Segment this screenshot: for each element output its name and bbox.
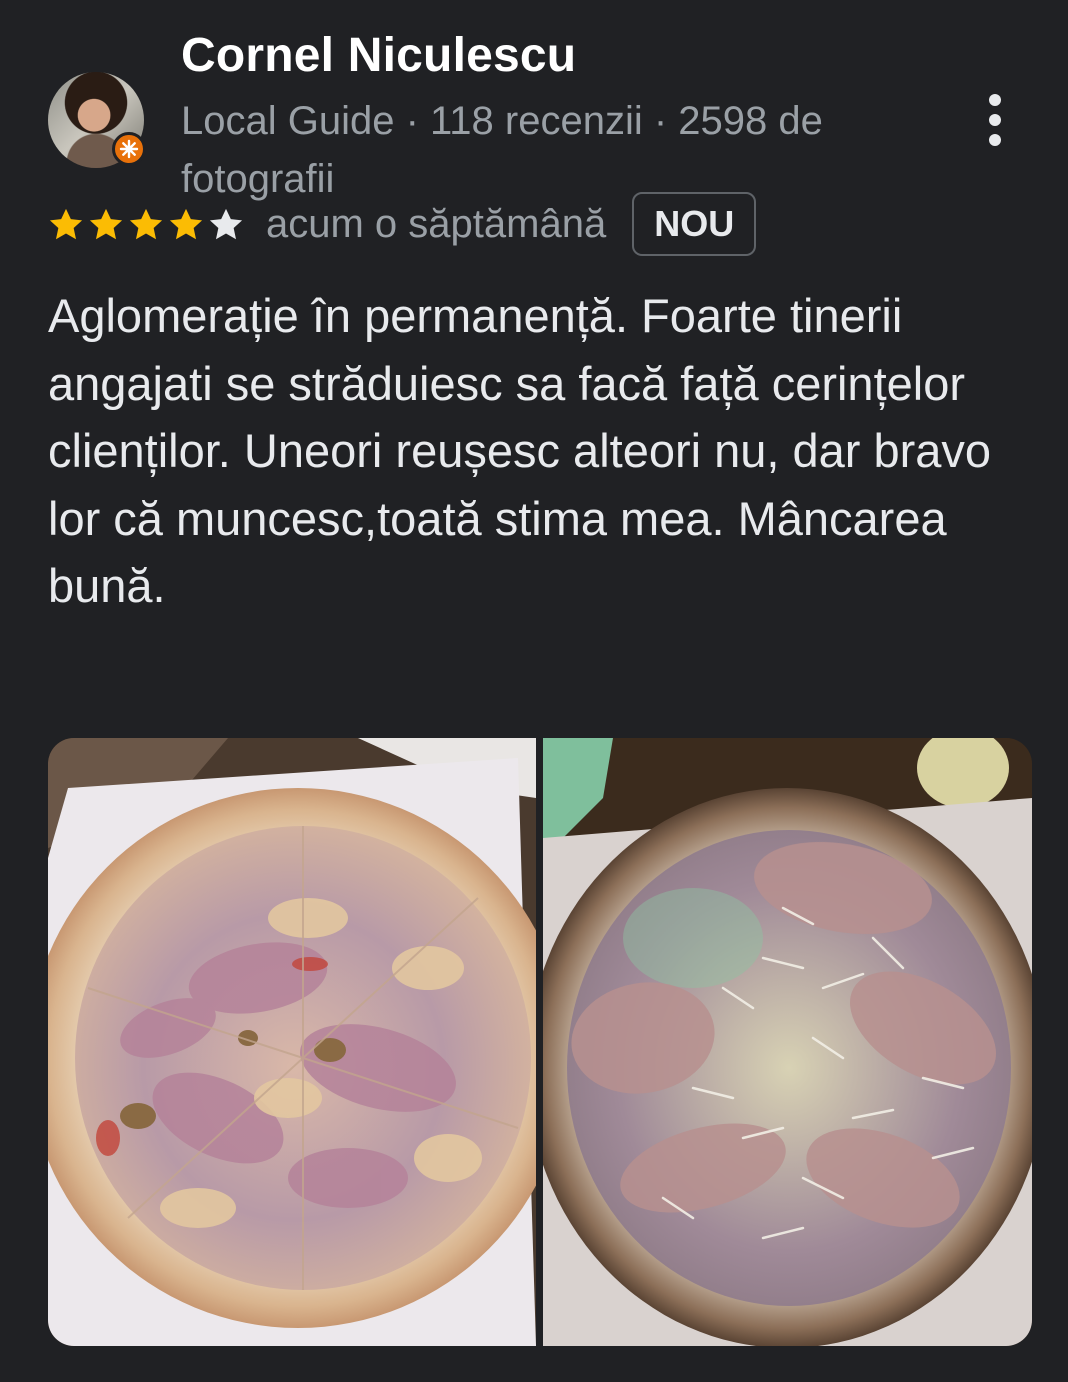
star-empty-icon	[209, 208, 243, 240]
more-options-button[interactable]	[978, 94, 1012, 146]
review-text: Aglomerație în permanență. Foarte tineri…	[48, 289, 992, 613]
review-photo-pizza-prosciutto[interactable]	[543, 738, 1032, 1346]
reviewer-meta[interactable]: Local Guide · 118 recenzii · 2598 de fot…	[181, 92, 941, 208]
star-rating	[48, 206, 244, 242]
star-filled-icon	[89, 208, 123, 240]
review-photos	[48, 738, 1032, 1346]
new-badge: NOU	[632, 192, 757, 256]
star-filled-icon	[169, 208, 203, 240]
review-time: acum o săptămână	[266, 201, 607, 246]
review-photo-pizza-ham[interactable]	[48, 738, 536, 1346]
reviewer-name[interactable]: Cornel Niculescu	[181, 28, 576, 83]
star-filled-icon	[49, 208, 83, 240]
pizza-prosciutto-image	[543, 738, 1032, 1346]
more-vert-icon	[989, 94, 1001, 146]
local-guide-badge-icon	[112, 132, 146, 166]
rating-row: acum o săptămână NOU	[48, 192, 757, 256]
reviewer-avatar[interactable]	[48, 72, 146, 168]
star-filled-icon	[129, 208, 163, 240]
pizza-ham-image	[48, 738, 536, 1346]
